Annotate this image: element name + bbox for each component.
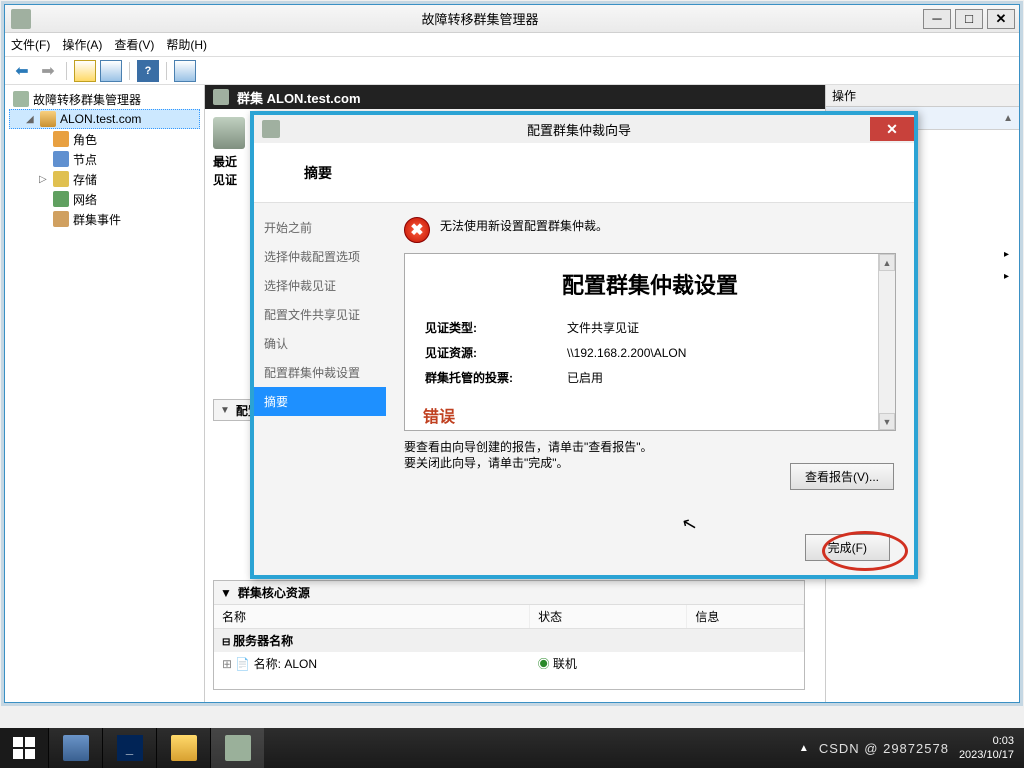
cluster-manager-icon bbox=[225, 735, 251, 761]
core-resources-section: ▼ 群集核心资源 名称 状态 信息 ⊟ 服务器名称 ⊞ 📄 名称: ALON ◉… bbox=[213, 580, 805, 690]
wizard-titlebar: 配置群集仲裁向导 ✕ bbox=[254, 115, 914, 143]
toolbar-icon-1[interactable] bbox=[74, 60, 96, 82]
wizard-close-button[interactable]: ✕ bbox=[870, 117, 914, 141]
help-icon[interactable]: ? bbox=[137, 60, 159, 82]
col-status[interactable]: 状态 bbox=[530, 605, 687, 629]
report-heading: 配置群集仲裁设置 bbox=[423, 268, 877, 300]
tree-root[interactable]: 故障转移群集管理器 bbox=[9, 89, 200, 109]
powershell-icon: _ bbox=[117, 735, 143, 761]
wizard-banner: 摘要 bbox=[254, 143, 914, 203]
menu-action[interactable]: 操作(A) bbox=[62, 36, 102, 53]
nodes-icon bbox=[53, 151, 69, 167]
windows-logo-icon bbox=[13, 737, 35, 759]
clock[interactable]: 0:03 2023/10/17 bbox=[959, 734, 1014, 762]
wizard-nav: 开始之前 选择仲裁配置选项 选择仲裁见证 配置文件共享见证 确认 配置群集仲裁设… bbox=[254, 203, 386, 575]
scroll-up-icon[interactable]: ▲ bbox=[879, 254, 895, 271]
server-icon bbox=[40, 111, 56, 127]
menubar: 文件(F) 操作(A) 查看(V) 帮助(H) bbox=[5, 33, 1019, 57]
back-button[interactable]: ⬅ bbox=[11, 60, 33, 82]
nav-step-confirm[interactable]: 确认 bbox=[254, 329, 386, 358]
menu-help[interactable]: 帮助(H) bbox=[166, 36, 207, 53]
window-title: 故障转移群集管理器 bbox=[37, 9, 923, 28]
nav-step-before[interactable]: 开始之前 bbox=[254, 213, 386, 242]
tree-roles[interactable]: 角色 bbox=[9, 129, 200, 149]
collapse-caret-icon: ▼ bbox=[220, 405, 230, 416]
toolbar: ⬅ ➡ ? bbox=[5, 57, 1019, 85]
tree-cluster[interactable]: ◢ ALON.test.com bbox=[9, 109, 200, 129]
minimize-button[interactable]: ─ bbox=[923, 9, 951, 29]
finish-button[interactable]: 完成(F) bbox=[805, 534, 890, 561]
cluster-large-icon bbox=[213, 117, 245, 149]
tree-panel: 故障转移群集管理器 ◢ ALON.test.com 角色 节点 ▷ 存储 bbox=[5, 85, 205, 702]
system-tray: ▲ CSDN @ 29872578 0:03 2023/10/17 bbox=[799, 734, 1024, 762]
tray-up-icon[interactable]: ▲ bbox=[799, 743, 809, 754]
collapse-icon[interactable]: ◢ bbox=[26, 114, 36, 125]
error-icon: ✖ bbox=[404, 217, 430, 243]
start-button[interactable] bbox=[0, 728, 48, 768]
nav-step-select-option[interactable]: 选择仲裁配置选项 bbox=[254, 242, 386, 271]
col-name[interactable]: 名称 bbox=[214, 605, 530, 629]
view-report-button[interactable]: 查看报告(V)... bbox=[790, 463, 894, 490]
table-row[interactable]: ⊞ 📄 名称: ALON ◉ 联机 bbox=[214, 652, 804, 675]
nav-step-config-share[interactable]: 配置文件共享见证 bbox=[254, 300, 386, 329]
network-icon bbox=[53, 191, 69, 207]
report-box: 配置群集仲裁设置 见证类型:文件共享见证 见证资源:\\192.168.2.20… bbox=[404, 253, 896, 431]
tree-events[interactable]: 群集事件 bbox=[9, 209, 200, 229]
app-icon bbox=[11, 9, 31, 29]
nav-step-summary[interactable]: 摘要 bbox=[254, 387, 386, 416]
cluster-header-icon bbox=[213, 89, 229, 105]
forward-button: ➡ bbox=[37, 60, 59, 82]
expand-icon[interactable]: ▷ bbox=[39, 174, 49, 185]
report-error-heading: 错误 bbox=[423, 403, 877, 427]
wizard-icon bbox=[262, 120, 280, 138]
error-message: 无法使用新设置配置群集仲裁。 bbox=[440, 217, 608, 234]
menu-file[interactable]: 文件(F) bbox=[11, 36, 50, 53]
tree-storage[interactable]: ▷ 存储 bbox=[9, 169, 200, 189]
nav-step-config-quorum[interactable]: 配置群集仲裁设置 bbox=[254, 358, 386, 387]
close-button[interactable]: ✕ bbox=[987, 9, 1015, 29]
collapse-caret-icon[interactable]: ▼ bbox=[220, 586, 232, 600]
events-icon bbox=[53, 211, 69, 227]
taskbar-cluster-manager[interactable] bbox=[210, 728, 264, 768]
nav-step-select-witness[interactable]: 选择仲裁见证 bbox=[254, 271, 386, 300]
toolbar-icon-3[interactable] bbox=[174, 60, 196, 82]
taskbar-server-manager[interactable] bbox=[48, 728, 102, 768]
center-header: 群集 ALON.test.com bbox=[205, 85, 825, 109]
titlebar: 故障转移群集管理器 ─ □ ✕ bbox=[5, 5, 1019, 33]
taskbar-explorer[interactable] bbox=[156, 728, 210, 768]
file-explorer-icon bbox=[171, 735, 197, 761]
cluster-manager-icon bbox=[13, 91, 29, 107]
tree-networks[interactable]: 网络 bbox=[9, 189, 200, 209]
storage-icon bbox=[53, 171, 69, 187]
core-resources-table: 名称 状态 信息 ⊟ 服务器名称 ⊞ 📄 名称: ALON ◉ 联机 bbox=[214, 605, 804, 675]
scroll-down-icon[interactable]: ▼ bbox=[879, 413, 895, 430]
actions-header: 操作 bbox=[826, 85, 1019, 107]
tree-nodes[interactable]: 节点 bbox=[9, 149, 200, 169]
col-info[interactable]: 信息 bbox=[687, 605, 804, 629]
taskbar-powershell[interactable]: _ bbox=[102, 728, 156, 768]
taskbar: _ ▲ CSDN @ 29872578 0:03 2023/10/17 bbox=[0, 728, 1024, 768]
quorum-wizard-dialog: 配置群集仲裁向导 ✕ 摘要 开始之前 选择仲裁配置选项 选择仲裁见证 配置文件共… bbox=[250, 111, 918, 579]
server-manager-icon bbox=[63, 735, 89, 761]
watermark-text: CSDN @ 29872578 bbox=[819, 741, 949, 756]
wizard-content: ✖ 无法使用新设置配置群集仲裁。 配置群集仲裁设置 见证类型:文件共享见证 见证… bbox=[386, 203, 914, 575]
scrollbar[interactable]: ▲ ▼ bbox=[878, 254, 895, 430]
maximize-button[interactable]: □ bbox=[955, 9, 983, 29]
toolbar-icon-2[interactable] bbox=[100, 60, 122, 82]
roles-icon bbox=[53, 131, 69, 147]
menu-view[interactable]: 查看(V) bbox=[114, 36, 154, 53]
